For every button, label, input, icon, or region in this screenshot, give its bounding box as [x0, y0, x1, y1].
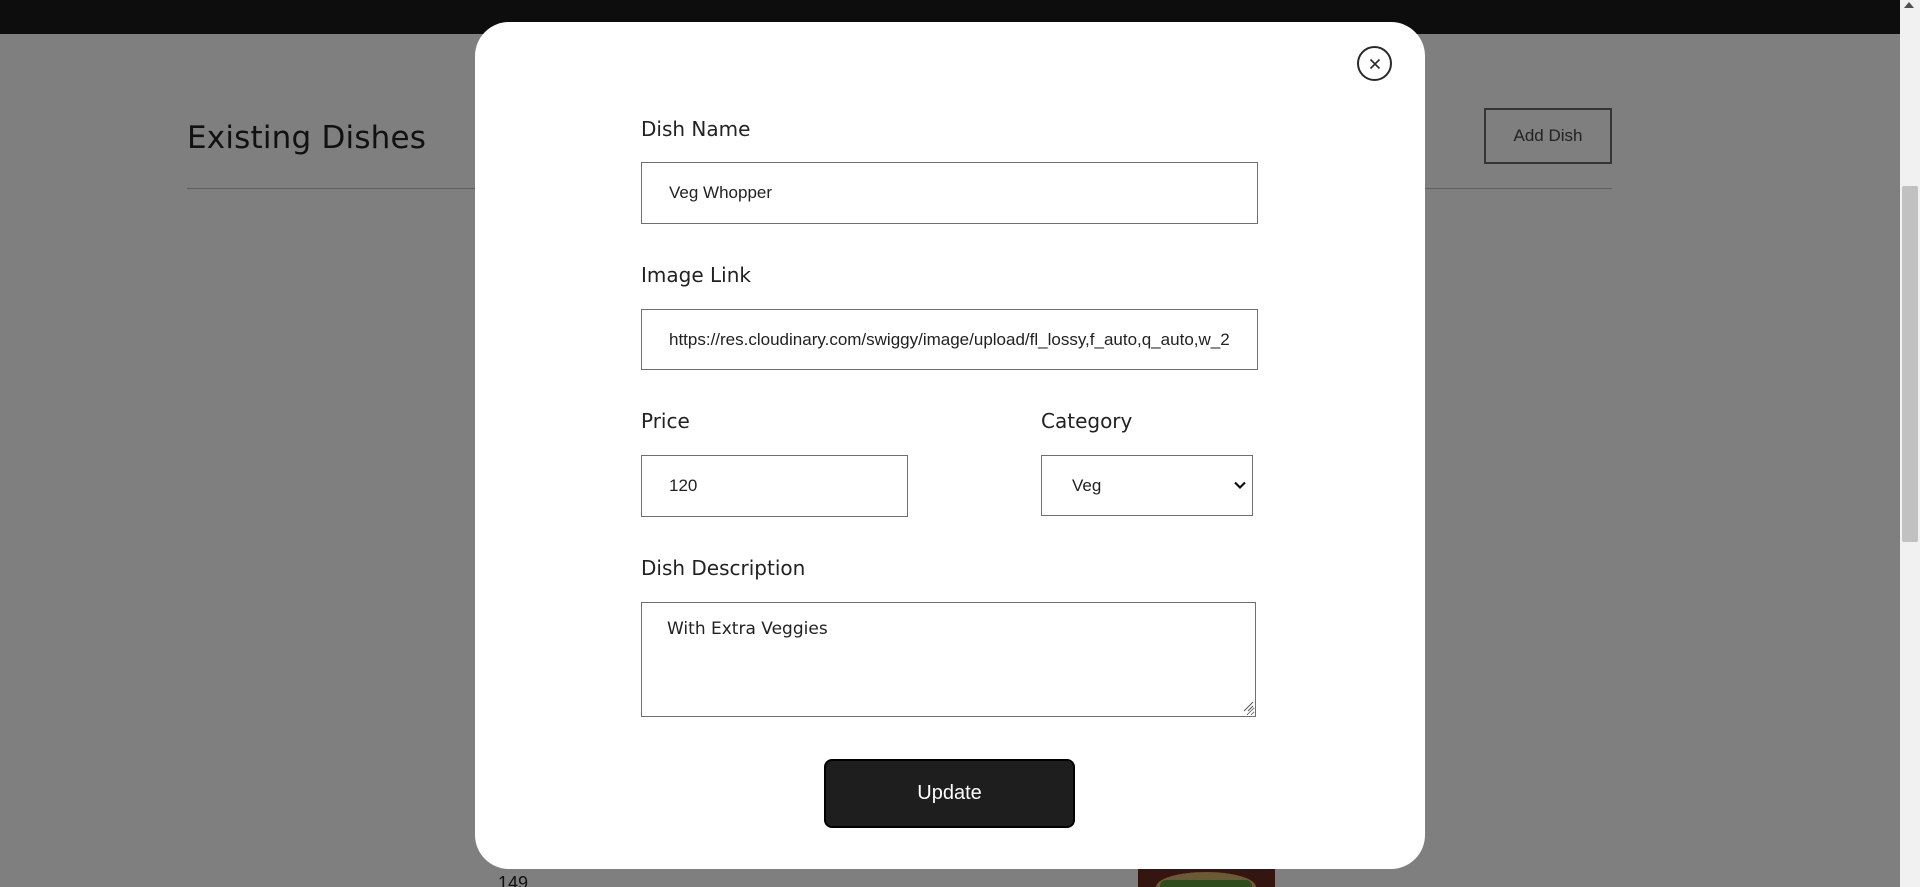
close-icon — [1369, 58, 1380, 69]
image-link-label: Image Link — [641, 263, 751, 287]
price-label: Price — [641, 409, 690, 433]
dish-description-label: Dish Description — [641, 556, 806, 580]
image-link-input[interactable] — [641, 309, 1258, 370]
dish-name-input[interactable] — [641, 162, 1258, 224]
scrollbar-thumb[interactable] — [1902, 186, 1918, 542]
category-label: Category — [1041, 409, 1133, 433]
price-input[interactable] — [641, 455, 908, 517]
category-select[interactable]: Veg — [1041, 455, 1253, 516]
dish-name-label: Dish Name — [641, 117, 751, 141]
edit-dish-modal — [475, 22, 1425, 869]
category-selected-value: Veg — [1072, 475, 1102, 495]
resize-grip-icon[interactable] — [1242, 700, 1254, 712]
scroll-up-arrow-icon[interactable] — [1904, 2, 1914, 8]
dish-description-textarea[interactable]: With Extra Veggies — [641, 602, 1256, 717]
update-button[interactable]: Update — [824, 759, 1075, 828]
close-button[interactable] — [1357, 46, 1392, 81]
chevron-down-icon — [1234, 481, 1246, 490]
